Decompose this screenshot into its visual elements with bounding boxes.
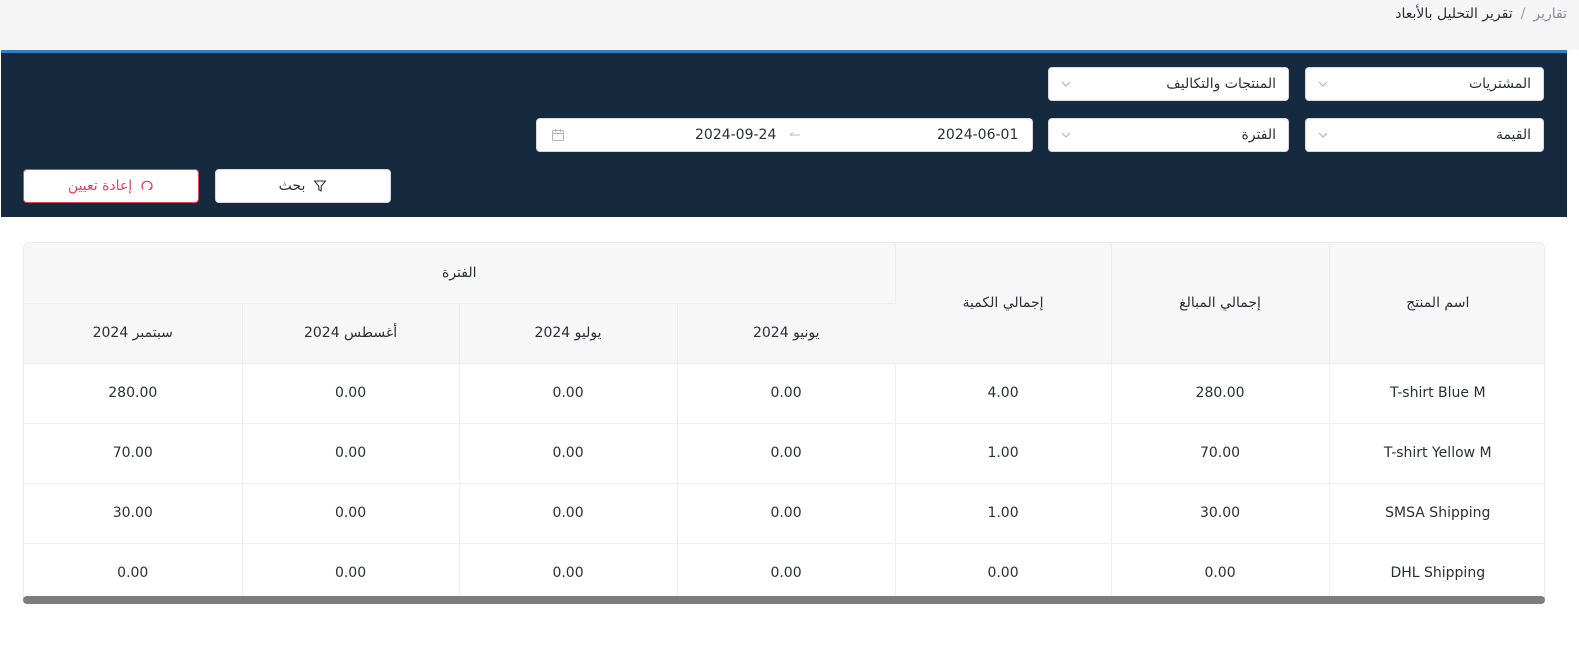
cell-month: 0.00 xyxy=(459,543,678,603)
cell-total-amount: 70.00 xyxy=(1111,423,1330,484)
header-period[interactable]: الفترة xyxy=(24,243,896,304)
cell-product: DHL Shipping xyxy=(1329,543,1544,603)
cell-total-amount: 280.00 xyxy=(1111,363,1330,424)
cell-month: 0.00 xyxy=(459,363,678,424)
breadcrumb-current: تقرير التحليل بالأبعاد xyxy=(1395,6,1513,22)
cell-total-amount: 0.00 xyxy=(1111,543,1330,603)
cell-month: 0.00 xyxy=(242,363,460,424)
cell-product: SMSA Shipping xyxy=(1329,483,1544,544)
header-month[interactable]: سبتمبر 2024 xyxy=(24,303,243,364)
date-to-input[interactable]: 2024-09-24 xyxy=(695,127,776,143)
cell-product: T-shirt Yellow M xyxy=(1329,423,1544,484)
report-source-value: المشتريات xyxy=(1468,76,1531,92)
cell-month: 0.00 xyxy=(242,423,460,484)
header-month[interactable]: يونيو 2024 xyxy=(677,303,896,364)
chevron-down-icon xyxy=(1061,130,1071,140)
horizontal-scrollbar[interactable] xyxy=(23,596,1545,604)
search-button[interactable]: بحث xyxy=(215,169,391,203)
cell-month: 0.00 xyxy=(677,423,896,484)
cell-month: 0.00 xyxy=(24,543,243,603)
search-button-label: بحث xyxy=(278,178,306,194)
breadcrumb-link-reports[interactable]: تقارير xyxy=(1533,6,1567,22)
chevron-down-icon xyxy=(1318,130,1328,140)
cell-month: 0.00 xyxy=(459,483,678,544)
date-range-picker[interactable]: 2024-09-24 2024-06-01 xyxy=(536,118,1033,152)
cell-total-quantity: 1.00 xyxy=(895,483,1112,544)
breadcrumb-bar: تقارير / تقرير التحليل بالأبعاد xyxy=(0,0,1579,50)
group-by-select[interactable]: الفترة xyxy=(1048,118,1289,152)
table-row: DHL Shipping 0.00 0.00 0.00 0.00 0.00 0.… xyxy=(24,543,1544,603)
header-product-name[interactable]: اسم المنتج xyxy=(1329,243,1544,364)
chevron-down-icon xyxy=(1061,79,1071,89)
table-row: SMSA Shipping 30.00 1.00 0.00 0.00 0.00 … xyxy=(24,483,1544,544)
cell-month: 0.00 xyxy=(242,483,460,544)
reset-icon xyxy=(140,179,154,193)
breadcrumb: تقارير / تقرير التحليل بالأبعاد xyxy=(1395,6,1567,22)
filter-icon xyxy=(313,179,327,193)
header-month[interactable]: أغسطس 2024 xyxy=(242,303,460,364)
table-row: T-shirt Yellow M 70.00 1.00 0.00 0.00 0.… xyxy=(24,423,1544,484)
arrow-left-icon xyxy=(788,128,802,142)
cell-total-quantity: 1.00 xyxy=(895,423,1112,484)
cell-total-quantity: 0.00 xyxy=(895,543,1112,603)
header-total-amount[interactable]: إجمالي المبالغ xyxy=(1111,243,1330,364)
calendar-icon xyxy=(551,128,565,142)
cell-month: 30.00 xyxy=(24,483,243,544)
chevron-down-icon xyxy=(1318,79,1328,89)
cell-month: 0.00 xyxy=(242,543,460,603)
measure-select[interactable]: القيمة xyxy=(1305,118,1544,152)
dimension-select[interactable]: المنتجات والتكاليف xyxy=(1048,67,1289,101)
breadcrumb-separator: / xyxy=(1520,6,1526,22)
dimension-value: المنتجات والتكاليف xyxy=(1166,76,1276,92)
cell-total-quantity: 4.00 xyxy=(895,363,1112,424)
cell-month: 0.00 xyxy=(677,363,896,424)
reset-button[interactable]: إعادة تعيين xyxy=(23,169,199,203)
filter-panel: المشتريات المنتجات والتكاليف القيمة الفت… xyxy=(1,50,1567,217)
cell-month: 280.00 xyxy=(24,363,243,424)
pivot-table: اسم المنتج إجمالي المبالغ إجمالي الكمية … xyxy=(24,243,1544,603)
cell-month: 0.00 xyxy=(677,483,896,544)
measure-value: القيمة xyxy=(1495,127,1531,143)
cell-month: 0.00 xyxy=(677,543,896,603)
report-source-select[interactable]: المشتريات xyxy=(1305,67,1544,101)
cell-product: T-shirt Blue M xyxy=(1329,363,1544,424)
cell-month: 0.00 xyxy=(459,423,678,484)
date-from-input[interactable]: 2024-06-01 xyxy=(937,127,1018,143)
table-row: T-shirt Blue M 280.00 4.00 0.00 0.00 0.0… xyxy=(24,363,1544,424)
header-month[interactable]: يوليو 2024 xyxy=(459,303,678,364)
group-by-value: الفترة xyxy=(1241,127,1276,143)
cell-month: 70.00 xyxy=(24,423,243,484)
reset-button-label: إعادة تعيين xyxy=(67,178,133,194)
cell-total-amount: 30.00 xyxy=(1111,483,1330,544)
header-total-quantity[interactable]: إجمالي الكمية xyxy=(895,243,1112,364)
pivot-table-container: اسم المنتج إجمالي المبالغ إجمالي الكمية … xyxy=(23,242,1545,604)
